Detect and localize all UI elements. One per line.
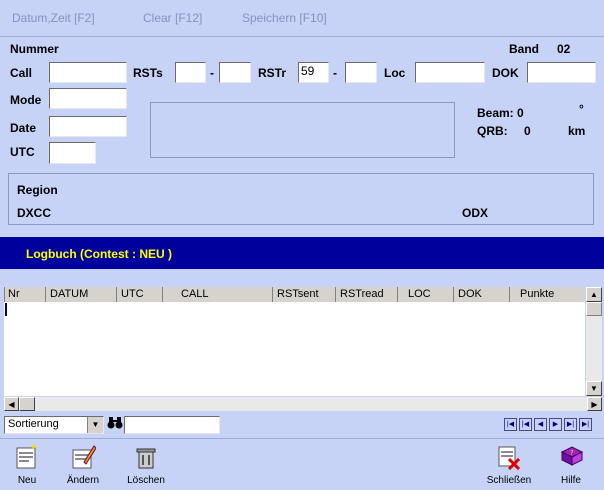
date-input[interactable] — [49, 116, 127, 137]
nav-prev-page-icon[interactable]: |◀ — [519, 418, 532, 431]
nav-next-icon[interactable]: ▶ — [549, 418, 562, 431]
qrb-value: 0 — [524, 124, 531, 138]
date-label: Date — [10, 121, 37, 135]
andern-label: Ändern — [66, 475, 100, 486]
rsts-input-1[interactable] — [175, 62, 206, 83]
col-loc[interactable]: LOC — [398, 287, 454, 302]
new-document-icon — [16, 444, 36, 469]
beam-label: Beam: 0 — [477, 106, 524, 120]
help-book-icon: ? — [560, 446, 584, 466]
logbook-grid-header: Nr DATUM UTC CALL RSTsent RSTread LOC DO… — [4, 287, 585, 303]
scroll-right-icon[interactable]: ▶ — [587, 397, 602, 411]
col-rstread[interactable]: RSTread — [336, 287, 398, 302]
col-rstsent[interactable]: RSTsent — [273, 287, 336, 302]
close-document-icon — [498, 446, 521, 471]
rsts-input-2[interactable] — [219, 62, 251, 83]
hilfe-button[interactable]: ? Hilfe — [556, 444, 586, 486]
col-call[interactable]: CALL — [163, 287, 273, 302]
clear-button[interactable]: Clear [F12] — [143, 11, 202, 25]
dxcc-label: DXCC — [17, 206, 52, 220]
rstr-input-2[interactable] — [345, 62, 377, 83]
region-label: Region — [17, 183, 58, 197]
search-input[interactable] — [124, 416, 220, 434]
loc-input[interactable] — [415, 62, 485, 83]
loc-label: Loc — [384, 66, 406, 80]
schliessen-button[interactable]: Schließen — [484, 444, 534, 486]
hscroll-thumb[interactable] — [19, 397, 35, 411]
trash-icon — [136, 448, 156, 469]
schliessen-label: Schließen — [486, 475, 532, 486]
neu-button[interactable]: Neu — [10, 444, 44, 486]
qrb-label: QRB: — [477, 124, 508, 138]
odx-label: ODX — [462, 206, 489, 220]
dok-label: DOK — [492, 66, 519, 80]
mode-label: Mode — [10, 93, 42, 107]
edit-document-icon — [72, 445, 97, 469]
rsts-label: RSTs — [133, 66, 163, 80]
band-label: Band — [509, 42, 539, 56]
call-label: Call — [10, 66, 33, 80]
nav-first-icon[interactable]: |◀ — [504, 418, 517, 431]
loschen-label: Löschen — [127, 475, 165, 486]
col-dok[interactable]: DOK — [454, 287, 510, 302]
rstr-dash: - — [333, 66, 337, 80]
logbook-grid-body[interactable] — [4, 302, 585, 396]
beam-unit: ° — [579, 102, 584, 116]
rsts-dash: - — [210, 66, 214, 80]
col-utc[interactable]: UTC — [117, 287, 163, 302]
col-punkte[interactable]: Punkte — [510, 287, 585, 302]
sort-select[interactable]: Sortierung ▼ — [4, 416, 104, 434]
top-toolbar: Datum,Zeit [F2] Clear [F12] Speichern [F… — [0, 0, 604, 37]
scroll-thumb[interactable] — [586, 302, 602, 316]
neu-label: Neu — [17, 475, 37, 486]
logbook-banner: Logbuch (Contest : NEU ) — [0, 237, 604, 269]
col-nr[interactable]: Nr — [4, 287, 46, 302]
svg-text:?: ? — [570, 449, 574, 457]
andern-button[interactable]: Ändern — [63, 444, 103, 486]
nav-last-icon[interactable]: ▶| — [579, 418, 592, 431]
speichern-button[interactable]: Speichern [F10] — [242, 11, 327, 25]
bottom-divider — [0, 438, 604, 439]
row-cursor — [5, 303, 7, 316]
vertical-scrollbar[interactable]: ▲ ▼ — [586, 287, 602, 396]
mode-input[interactable] — [49, 88, 127, 109]
scroll-up-icon[interactable]: ▲ — [586, 287, 602, 302]
col-datum[interactable]: DATUM — [46, 287, 117, 302]
logbook-title: Logbuch (Contest : NEU ) — [26, 247, 172, 261]
sort-select-value: Sortierung — [8, 418, 59, 430]
band-value: 02 — [557, 42, 571, 56]
info-panel — [150, 102, 455, 158]
rstr-label: RSTr — [258, 66, 287, 80]
qrb-unit: km — [568, 124, 586, 138]
nummer-label: Nummer — [10, 42, 59, 56]
datum-zeit-button[interactable]: Datum,Zeit [F2] — [12, 11, 95, 25]
chevron-down-icon[interactable]: ▼ — [87, 417, 103, 433]
hilfe-label: Hilfe — [560, 475, 581, 486]
rstr-input-1[interactable]: 59 — [298, 62, 329, 83]
horizontal-scrollbar[interactable]: ◀ ▶ — [4, 397, 602, 411]
loschen-button[interactable]: Löschen — [124, 444, 168, 486]
scroll-down-icon[interactable]: ▼ — [586, 381, 602, 396]
binoculars-icon[interactable] — [107, 416, 123, 433]
utc-label: UTC — [10, 145, 35, 159]
region-panel — [8, 173, 594, 225]
dok-input[interactable] — [527, 62, 596, 83]
call-input[interactable] — [49, 62, 127, 83]
nav-next-page-icon[interactable]: ▶| — [564, 418, 577, 431]
nav-prev-icon[interactable]: ◀ — [534, 418, 547, 431]
scroll-left-icon[interactable]: ◀ — [4, 397, 19, 411]
utc-input[interactable] — [49, 142, 96, 164]
